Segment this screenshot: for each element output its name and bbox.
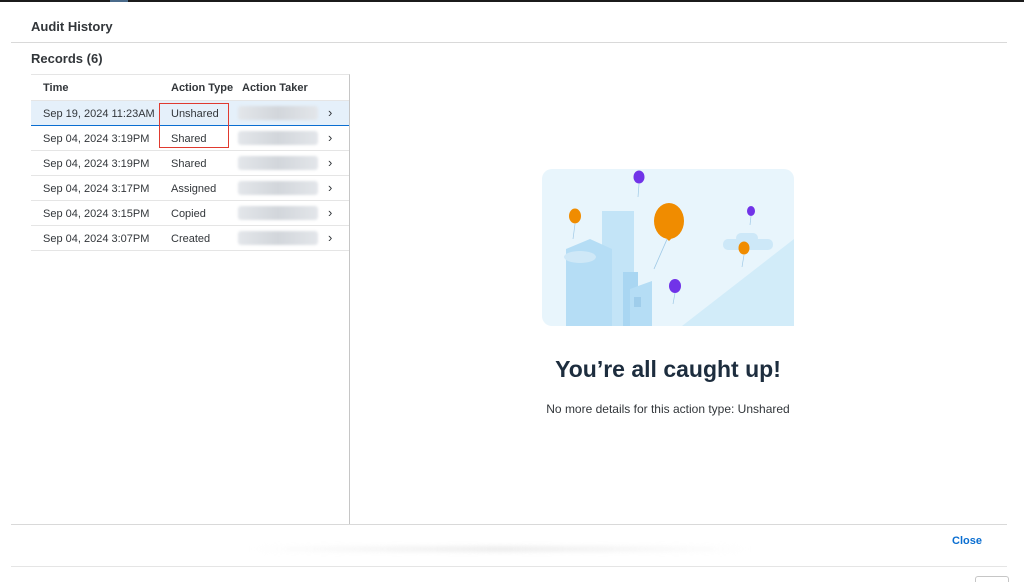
- corner-control[interactable]: [975, 576, 1009, 582]
- chevron-right-icon[interactable]: ›: [328, 230, 332, 245]
- chevron-right-icon[interactable]: ›: [328, 205, 332, 220]
- row-time: Sep 04, 2024 3:17PM: [43, 183, 150, 195]
- column-header-time: Time: [43, 82, 69, 94]
- table-row[interactable]: Sep 04, 2024 3:07PM Created ›: [31, 226, 349, 251]
- balloons-city-illustration: [542, 169, 794, 326]
- bottom-divider: [11, 566, 1007, 567]
- empty-state-title: You’re all caught up!: [555, 356, 781, 382]
- row-time: Sep 04, 2024 3:19PM: [43, 158, 150, 170]
- row-action-taker-redacted: [238, 231, 318, 245]
- records-title: Records (6): [31, 51, 103, 66]
- row-action-type: Created: [171, 233, 211, 245]
- row-action-type: Shared: [171, 158, 207, 170]
- row-action-taker-redacted: [238, 156, 318, 170]
- chevron-right-icon[interactable]: ›: [328, 130, 332, 145]
- table-row[interactable]: Sep 04, 2024 3:17PM Assigned ›: [31, 176, 349, 201]
- table-header: Time Action Type Action Taker: [31, 75, 349, 101]
- row-action-taker-redacted: [238, 206, 318, 220]
- row-time: Sep 04, 2024 3:15PM: [43, 208, 150, 220]
- row-action-type: Shared: [171, 133, 207, 145]
- empty-state-message: No more details for this action type: Un…: [546, 402, 790, 416]
- row-action-type: Unshared: [171, 108, 219, 120]
- column-header-action-type: Action Type: [171, 82, 234, 94]
- top-strip-tick: [110, 0, 128, 2]
- row-action-taker-redacted: [238, 131, 318, 145]
- table-row[interactable]: Sep 04, 2024 3:15PM Copied ›: [31, 201, 349, 226]
- footer-divider: [11, 524, 1007, 525]
- table-row[interactable]: Sep 04, 2024 3:19PM Shared ›: [31, 126, 349, 151]
- row-time: Sep 04, 2024 3:19PM: [43, 133, 150, 145]
- chevron-right-icon[interactable]: ›: [328, 105, 332, 120]
- close-button[interactable]: Close: [946, 533, 988, 549]
- row-action-taker-redacted: [238, 106, 318, 120]
- dialog-title: Audit History: [31, 19, 113, 34]
- title-divider: [11, 42, 1007, 43]
- chevron-right-icon[interactable]: ›: [328, 180, 332, 195]
- footer-blurred-area: [250, 546, 750, 552]
- records-table: Time Action Type Action Taker Sep 19, 20…: [31, 74, 350, 524]
- column-header-action-taker: Action Taker: [242, 82, 308, 94]
- row-time: Sep 04, 2024 3:07PM: [43, 233, 150, 245]
- top-window-strip: [0, 0, 1024, 2]
- row-action-type: Assigned: [171, 183, 217, 195]
- chevron-right-icon[interactable]: ›: [328, 155, 332, 170]
- row-time: Sep 19, 2024 11:23AM: [43, 108, 155, 120]
- table-row[interactable]: Sep 19, 2024 11:23AM Unshared ›: [31, 101, 349, 126]
- row-action-type: Copied: [171, 208, 206, 220]
- table-row[interactable]: Sep 04, 2024 3:19PM Shared ›: [31, 151, 349, 176]
- row-action-taker-redacted: [238, 181, 318, 195]
